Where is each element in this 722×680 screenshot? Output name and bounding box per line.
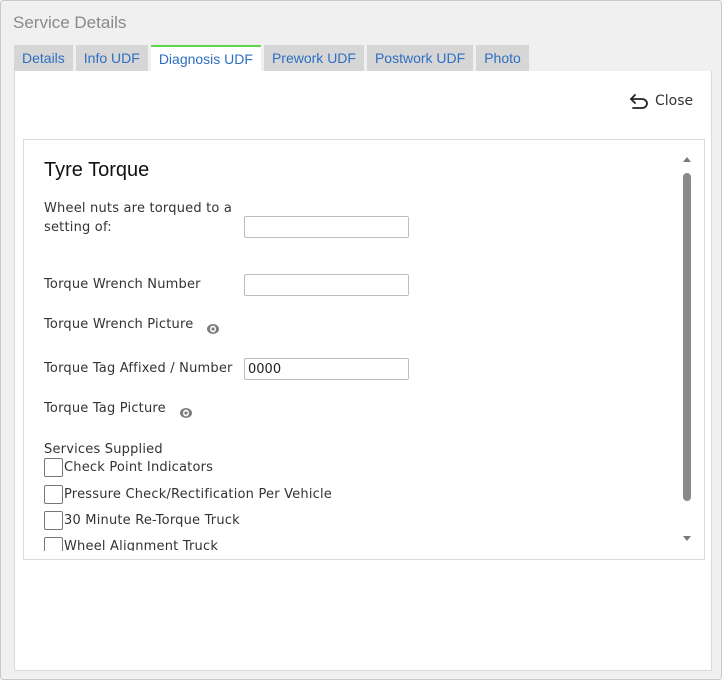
service-details-dialog: Service Details Details Info UDF Diagnos…	[0, 0, 722, 680]
section-title: Tyre Torque	[44, 159, 150, 181]
tab-prework-udf[interactable]: Prework UDF	[263, 45, 364, 71]
checkbox[interactable]	[44, 511, 63, 530]
tab-panel: Close Tyre Torque Wheel nuts are torqued…	[14, 71, 712, 671]
checkbox[interactable]	[44, 485, 63, 504]
tab-photo[interactable]: Photo	[476, 45, 529, 71]
checkbox-label: Pressure Check/Rectification Per Vehicle	[64, 487, 332, 502]
vertical-scrollbar[interactable]	[681, 154, 693, 544]
checkbox[interactable]	[44, 537, 63, 551]
close-label: Close	[655, 93, 694, 109]
checkbox-row: 30 Minute Re-Torque Truck	[44, 511, 240, 530]
tab-bar: Details Info UDF Diagnosis UDF Prework U…	[14, 45, 532, 71]
checkbox-label: Wheel Alignment Truck	[64, 539, 219, 551]
torque-tag-input[interactable]	[244, 358, 409, 380]
torque-wrench-picture-label: Torque Wrench Picture	[44, 317, 194, 332]
torque-tag-label: Torque Tag Affixed / Number	[44, 361, 233, 376]
tab-info-udf[interactable]: Info UDF	[75, 45, 148, 71]
wheel-nuts-label-line1: Wheel nuts are torqued to a	[44, 201, 233, 216]
wheel-nuts-label-line2: setting of:	[44, 220, 112, 235]
form-container: Tyre Torque Wheel nuts are torqued to a …	[23, 139, 705, 560]
torque-wrench-number-input[interactable]	[244, 274, 409, 296]
close-button[interactable]: Close	[629, 93, 693, 109]
undo-arrow-icon	[629, 93, 649, 109]
wheel-nuts-input[interactable]	[244, 216, 409, 238]
dialog-title: Service Details	[13, 13, 127, 32]
checkbox-label: 30 Minute Re-Torque Truck	[64, 513, 240, 528]
scroll-down-arrow-icon[interactable]	[683, 536, 691, 541]
checkbox-row: Wheel Alignment Truck	[44, 537, 218, 551]
scroll-thumb[interactable]	[683, 173, 691, 501]
wheel-nuts-label: Wheel nuts are torqued to a setting of:	[44, 199, 232, 237]
eye-icon[interactable]	[179, 404, 193, 418]
checkbox-row: Pressure Check/Rectification Per Vehicle	[44, 485, 332, 504]
eye-icon[interactable]	[206, 320, 220, 334]
tab-details[interactable]: Details	[14, 45, 73, 71]
scroll-up-arrow-icon[interactable]	[683, 157, 691, 162]
services-supplied-label: Services Supplied	[44, 442, 163, 457]
tab-diagnosis-udf[interactable]: Diagnosis UDF	[150, 45, 261, 71]
tab-postwork-udf[interactable]: Postwork UDF	[366, 45, 474, 71]
checkbox-label: Check Point Indicators	[64, 460, 214, 475]
checkbox[interactable]	[44, 458, 63, 477]
torque-wrench-number-label: Torque Wrench Number	[44, 277, 201, 292]
torque-tag-picture-label: Torque Tag Picture	[44, 401, 166, 416]
form-scroll-area[interactable]: Tyre Torque Wheel nuts are torqued to a …	[24, 140, 684, 551]
checkbox-row: Check Point Indicators	[44, 458, 213, 477]
